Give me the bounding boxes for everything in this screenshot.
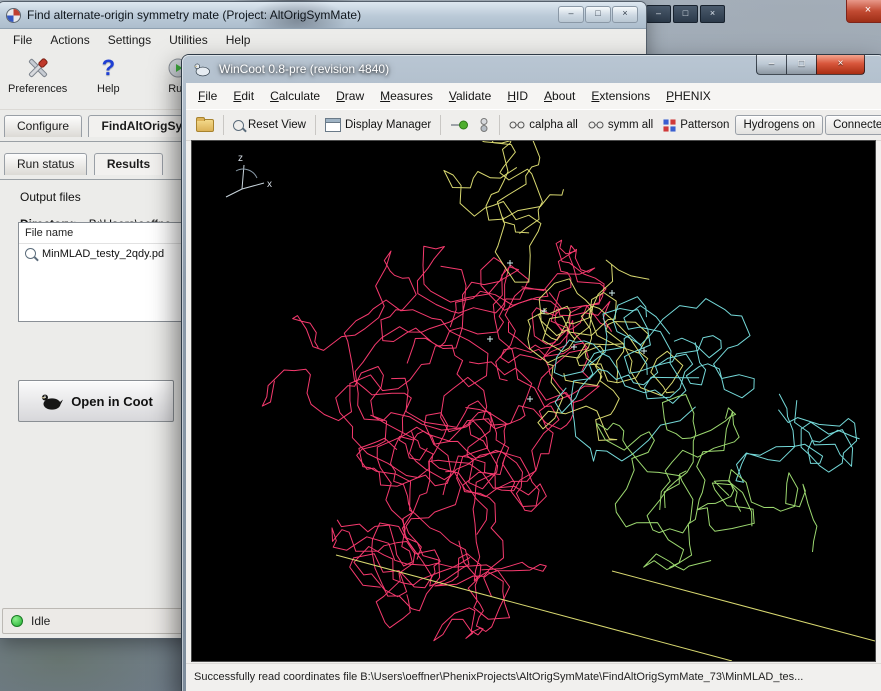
file-name: MinMLAD_testy_2qdy.pd xyxy=(42,248,164,260)
background-window-close-button[interactable]: × xyxy=(700,5,725,23)
atom-pair-icon xyxy=(478,117,490,133)
desktop: – □ × × Find alternate-origin symmetry m… xyxy=(0,0,881,691)
reset-view-button[interactable]: Reset View xyxy=(229,116,310,134)
wincoot-menu-phenix[interactable]: PHENIX xyxy=(658,85,719,107)
phenix-menu-actions[interactable]: Actions xyxy=(41,31,98,49)
patterson-button[interactable]: Patterson xyxy=(659,116,733,135)
axis-z-label: z xyxy=(238,153,243,164)
axis-gizmo xyxy=(226,165,264,197)
glasses-icon xyxy=(588,120,604,130)
phenix-minimize-button[interactable]: – xyxy=(558,6,584,23)
magnifier-icon xyxy=(25,248,36,259)
hydrogens-toggle-label: Hydrogens on xyxy=(743,119,815,131)
preferences-label: Preferences xyxy=(8,83,67,95)
wincoot-titlebar[interactable]: WinCoot 0.8-pre (revision 4840) – □ × xyxy=(182,55,881,83)
wincoot-toolbar: Reset View Display Manager xyxy=(186,109,881,141)
patterson-label: Patterson xyxy=(680,119,729,131)
wincoot-menubar: File Edit Calculate Draw Measures Valida… xyxy=(186,83,881,109)
status-indicator-icon xyxy=(11,615,23,627)
connected-to-phenix-label: Connected to PHENIX xyxy=(833,119,881,131)
open-file-button[interactable] xyxy=(192,116,218,135)
wincoot-window: WinCoot 0.8-pre (revision 4840) – □ × Fi… xyxy=(182,55,881,691)
wincoot-menu-draw[interactable]: Draw xyxy=(328,85,372,107)
patterson-icon xyxy=(663,119,676,132)
wincoot-status-text: Successfully read coordinates file B:\Us… xyxy=(194,671,803,683)
wincoot-close-button[interactable]: × xyxy=(816,55,865,75)
wincoot-minimize-button[interactable]: – xyxy=(756,55,786,75)
wincoot-menu-edit[interactable]: Edit xyxy=(225,85,262,107)
toolbar-separator xyxy=(223,115,224,135)
wincoot-app-icon xyxy=(192,62,212,77)
phenix-app-icon xyxy=(6,8,21,23)
toolbar-separator xyxy=(440,115,441,135)
subtab-results[interactable]: Results xyxy=(94,153,163,175)
coot-bird-icon xyxy=(39,392,63,411)
tab-configure[interactable]: Configure xyxy=(4,115,82,137)
molecule-viewport[interactable]: z x xyxy=(191,140,876,662)
symm-all-label: symm all xyxy=(608,119,653,131)
wincoot-window-title: WinCoot 0.8-pre (revision 4840) xyxy=(219,62,389,76)
background-window-maximize-button[interactable]: □ xyxy=(673,5,698,23)
open-in-coot-label: Open in Coot xyxy=(71,394,153,409)
open-in-coot-button[interactable]: Open in Coot xyxy=(18,380,174,422)
display-manager-button[interactable]: Display Manager xyxy=(321,115,435,135)
background-window-minimize-button[interactable]: – xyxy=(646,5,671,23)
glasses-icon xyxy=(509,120,525,130)
phenix-window-title: Find alternate-origin symmetry mate (Pro… xyxy=(27,8,361,22)
preferences-button[interactable]: Preferences xyxy=(2,53,73,95)
wincoot-menu-measures[interactable]: Measures xyxy=(372,85,441,107)
toolbar-separator xyxy=(499,115,500,135)
phenix-titlebar[interactable]: Find alternate-origin symmetry mate (Pro… xyxy=(0,2,646,29)
go-to-atom-button[interactable] xyxy=(446,115,472,135)
display-manager-icon xyxy=(325,118,341,132)
help-button[interactable]: ? Help xyxy=(73,53,143,95)
phenix-window-controls: – □ × xyxy=(557,6,638,23)
wincoot-menu-file[interactable]: File xyxy=(190,85,225,107)
desktop-corner-close-button[interactable]: × xyxy=(846,0,881,23)
phenix-menu-help[interactable]: Help xyxy=(217,31,260,49)
phenix-menu-file[interactable]: File xyxy=(4,31,41,49)
calpha-all-label: calpha all xyxy=(529,119,578,131)
axis-x-label: x xyxy=(267,179,272,190)
symm-all-button[interactable]: symm all xyxy=(584,116,657,134)
wincoot-status-bar: Successfully read coordinates file B:\Us… xyxy=(186,663,881,690)
subtab-run-status[interactable]: Run status xyxy=(4,153,87,175)
preferences-icon xyxy=(25,53,51,83)
display-manager-label: Display Manager xyxy=(345,119,431,131)
wincoot-menu-calculate[interactable]: Calculate xyxy=(262,85,328,107)
wincoot-menu-hid[interactable]: HID xyxy=(499,85,536,107)
green-ball-icon xyxy=(450,118,468,132)
calpha-all-button[interactable]: calpha all xyxy=(505,116,582,134)
help-label: Help xyxy=(97,83,120,95)
reset-view-label: Reset View xyxy=(248,119,306,131)
atom-pair-button[interactable] xyxy=(474,114,494,136)
wincoot-maximize-button[interactable]: □ xyxy=(786,55,816,75)
hydrogens-toggle-button[interactable]: Hydrogens on xyxy=(735,115,823,135)
wincoot-window-controls: – □ × xyxy=(756,55,865,75)
phenix-menu-utilities[interactable]: Utilities xyxy=(160,31,217,49)
wincoot-client-area: File Edit Calculate Draw Measures Valida… xyxy=(186,83,881,691)
status-text: Idle xyxy=(31,614,50,628)
phenix-menu-settings[interactable]: Settings xyxy=(99,31,160,49)
phenix-maximize-button[interactable]: □ xyxy=(585,6,611,23)
wincoot-menu-about[interactable]: About xyxy=(536,85,583,107)
phenix-menubar: File Actions Settings Utilities Help xyxy=(0,29,646,51)
open-folder-icon xyxy=(196,119,214,132)
toolbar-separator xyxy=(315,115,316,135)
help-icon: ? xyxy=(102,56,115,80)
phenix-close-button[interactable]: × xyxy=(612,6,638,23)
connected-to-phenix-button[interactable]: Connected to PHENIX xyxy=(825,115,881,135)
magnifier-icon xyxy=(233,120,244,131)
wincoot-menu-extensions[interactable]: Extensions xyxy=(583,85,658,107)
wincoot-menu-validate[interactable]: Validate xyxy=(441,85,500,107)
